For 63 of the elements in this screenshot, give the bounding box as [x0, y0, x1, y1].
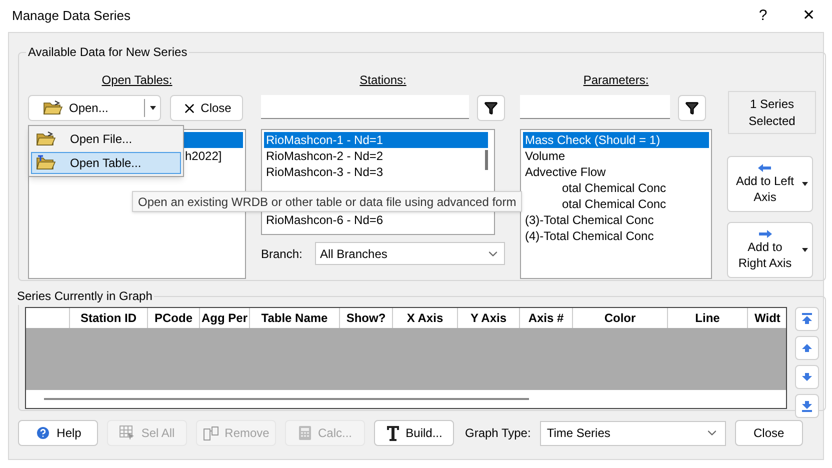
filter-icon	[484, 101, 498, 115]
move-up-icon	[800, 341, 814, 355]
filter-field[interactable]	[520, 95, 670, 119]
t-shaped-icon	[386, 425, 400, 441]
boxes-icon	[202, 425, 219, 441]
tooltip: Open an existing WRDB or other table or data file using advanced form	[132, 191, 522, 212]
group-title: Available Data for New Series	[27, 44, 188, 61]
horizontal-scrollbar[interactable]	[44, 398, 529, 400]
scrollbar-thumb[interactable]	[485, 150, 488, 170]
branch-dropdown[interactable]: All Branches	[315, 242, 505, 265]
filter-icon	[685, 101, 699, 115]
list-item[interactable]: RioMashcon-3 - Nd=3	[264, 164, 488, 180]
open-split-button[interactable]: Open...	[28, 95, 161, 121]
menu-item[interactable]: Open File...	[31, 128, 181, 150]
list-item[interactable]: (4)-Total Chemical Conc	[523, 228, 709, 244]
filter-button[interactable]	[678, 95, 706, 121]
open-folder-icon	[43, 100, 63, 116]
folder-table-icon	[36, 155, 56, 171]
move-top-button[interactable]	[795, 307, 819, 331]
list-item[interactable]: otal Chemical Conc	[523, 180, 709, 196]
list-item[interactable]: RioMashcon-1 - Nd=1	[264, 132, 488, 148]
move-down-icon	[800, 370, 814, 384]
left-arrow-icon	[756, 163, 774, 173]
graph-type-label: Graph Type:	[465, 425, 531, 442]
move-down-button[interactable]	[795, 365, 819, 389]
move-bottom-icon	[800, 399, 814, 413]
grid-cursor-icon	[119, 425, 136, 441]
caret-icon	[802, 182, 808, 186]
window-title: Manage Data Series	[12, 7, 132, 26]
list-item[interactable]: RioMashcon-6 - Nd=6	[264, 212, 488, 228]
column-header: Parameters:	[583, 72, 649, 89]
open-folder-icon	[36, 131, 56, 147]
right-arrow-icon	[756, 229, 774, 239]
list-item[interactable]: RioMashcon-2 - Nd=2	[264, 148, 488, 164]
column-header: Open Tables:	[102, 72, 172, 89]
calculator-icon	[298, 425, 312, 441]
add-right-axis-button[interactable]: Add to Right Axis	[727, 222, 813, 278]
move-top-icon	[800, 312, 814, 326]
close-table-button[interactable]: Close	[170, 95, 243, 121]
column-header: Stations:	[360, 72, 406, 89]
selection-count: 1 Series Selected	[748, 96, 796, 130]
build-button[interactable]: Build...	[374, 420, 454, 446]
branch-label: Branch:	[261, 246, 304, 262]
filter-button[interactable]	[477, 95, 505, 121]
list-item[interactable]: otal Chemical Conc	[523, 196, 709, 212]
close-button[interactable]: ✕	[786, 0, 832, 32]
list-item[interactable]: Mass Check (Should = 1)	[523, 132, 709, 148]
help-icon	[34, 425, 51, 441]
caret-icon	[802, 248, 808, 252]
move-up-button[interactable]	[795, 336, 819, 360]
help-button[interactable]: Help	[18, 420, 98, 446]
list-item[interactable]: (3)-Total Chemical Conc	[523, 212, 709, 228]
help-button[interactable]: ?	[740, 0, 786, 32]
caret-icon	[150, 106, 156, 110]
menu-item[interactable]: Open Table...	[31, 152, 181, 174]
add-left-axis-button[interactable]: Add to Left Axis	[727, 156, 813, 212]
close-dialog-button[interactable]: Close	[734, 420, 803, 446]
list-item[interactable]: Volume	[523, 148, 709, 164]
move-bottom-button[interactable]	[795, 394, 819, 418]
group-title: Series Currently in Graph	[16, 288, 154, 305]
graph-type-dropdown[interactable]: Time Series	[540, 420, 726, 446]
filter-field[interactable]	[261, 95, 469, 119]
list-item[interactable]: Advective Flow	[523, 164, 709, 180]
